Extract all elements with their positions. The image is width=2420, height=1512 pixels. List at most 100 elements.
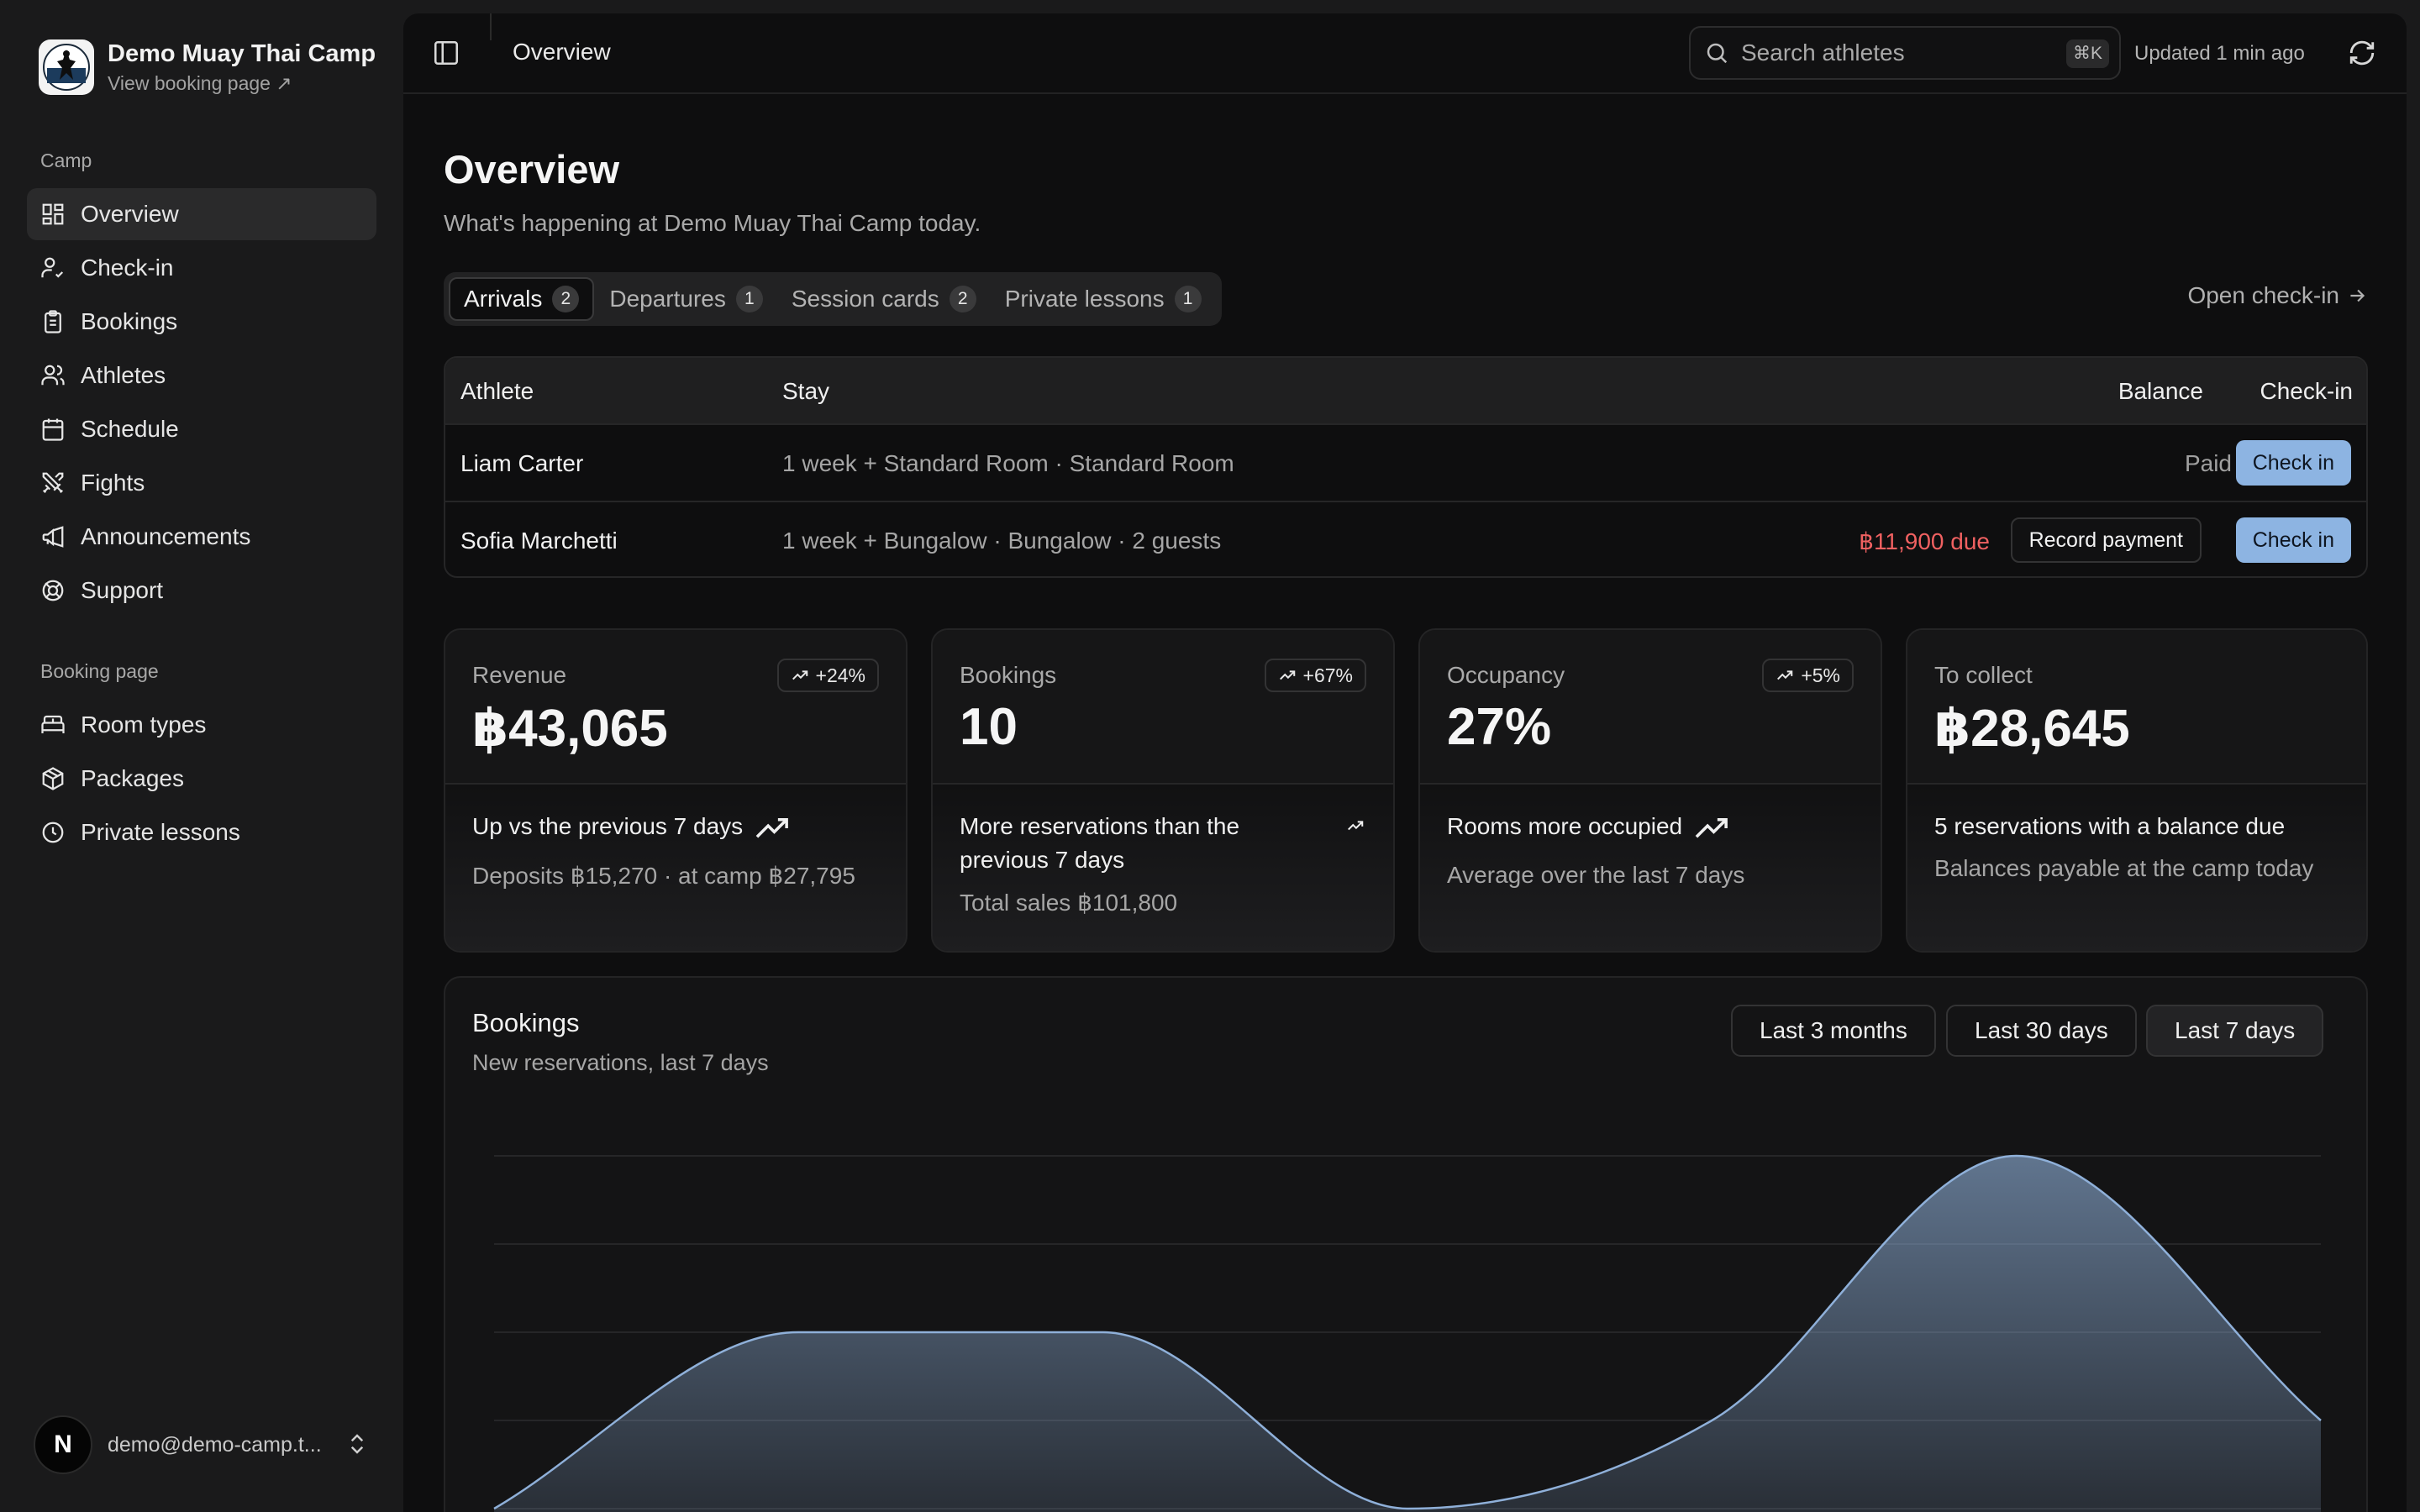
- sidebar-item-label: Room types: [81, 711, 207, 738]
- user-email: demo@demo-camp.t...: [108, 1432, 322, 1457]
- trending-up-icon: [792, 670, 808, 680]
- tab-count: 1: [1174, 286, 1202, 312]
- card-headline: 5 reservations with a balance due: [1934, 813, 2286, 839]
- sidebar-item-private-lessons[interactable]: Private lessons: [27, 806, 376, 858]
- group-label-booking-page: Booking page: [40, 660, 159, 682]
- sidebar-item-announcements[interactable]: Announcements: [27, 511, 376, 563]
- tab-count: 1: [735, 286, 763, 312]
- balance-due: ฿11,900 due: [1859, 528, 1990, 554]
- sidebar-item-bookings[interactable]: Bookings: [27, 296, 376, 348]
- header-balance: Balance: [2118, 378, 2203, 404]
- clipboard-icon: [45, 310, 61, 333]
- search-shortcut: ⌘K: [2065, 39, 2109, 68]
- check-in-button[interactable]: Check in: [2235, 440, 2351, 486]
- grid-icon: [42, 203, 64, 225]
- sidebar-item-packages[interactable]: Packages: [27, 753, 376, 805]
- brand[interactable]: Demo Muay Thai Camp View booking page ↗: [39, 39, 376, 96]
- card-label: Revenue: [472, 662, 567, 688]
- trend-value: +24%: [815, 664, 865, 686]
- sidebar-item-check-in[interactable]: Check-in: [27, 242, 376, 294]
- record-payment-button[interactable]: Record payment: [2010, 517, 2202, 563]
- athlete-name[interactable]: Sofia Marchetti: [460, 528, 618, 554]
- sidebar-item-overview[interactable]: Overview: [27, 188, 376, 240]
- bookings-card: Bookings 10 +67% More reservations than …: [931, 628, 1395, 953]
- tab-session-cards[interactable]: Session cards 2: [778, 277, 990, 321]
- sidebar-item-label: Packages: [81, 765, 184, 791]
- megaphone-icon: [42, 526, 64, 548]
- tab-private-lessons[interactable]: Private lessons 1: [992, 277, 1215, 321]
- card-detail: Deposits ฿15,270 · at camp ฿27,795: [472, 863, 855, 889]
- range-last-7-days-button[interactable]: Last 7 days: [2146, 1005, 2324, 1057]
- users-icon: [41, 365, 65, 386]
- arrivals-table: Athlete Stay Balance Check-in Liam Carte…: [444, 356, 2368, 578]
- card-headline: Up vs the previous 7 days: [472, 810, 825, 843]
- tab-count: 2: [949, 286, 976, 312]
- sidebar-item-athletes[interactable]: Athletes: [27, 349, 376, 402]
- clock-icon: [42, 822, 64, 843]
- view-booking-page-link[interactable]: View booking page ↗: [108, 71, 376, 96]
- tab-label: Session cards: [791, 286, 939, 312]
- stat-cards: Revenue ฿43,065 +24% Up vs the previous …: [444, 628, 2368, 953]
- topbar: Overview ⌘K Updated 1 min ago: [403, 13, 2407, 94]
- search-icon: [1707, 43, 1728, 64]
- refresh-icon[interactable]: [2348, 39, 2376, 67]
- sidebar-item-fights[interactable]: Fights: [27, 457, 376, 509]
- trending-up-icon: [1777, 670, 1793, 680]
- card-value: ฿28,645: [1934, 700, 2130, 758]
- bookings-chart-card: Bookings New reservations, last 7 days L…: [444, 976, 2368, 1512]
- tab-count: 2: [552, 286, 580, 312]
- card-label: Bookings: [960, 662, 1057, 688]
- balance-paid: Paid: [2184, 450, 2232, 476]
- trend-value: +5%: [1801, 664, 1840, 686]
- area-fill: [494, 1156, 2321, 1512]
- chevrons-up-down-icon: [350, 1434, 364, 1454]
- sidebar-item-support[interactable]: Support: [27, 564, 376, 617]
- to-collect-card: To collect ฿28,645 5 reservations with a…: [1906, 628, 2368, 953]
- open-check-in-link[interactable]: Open check-in: [2187, 282, 2368, 309]
- revenue-card: Revenue ฿43,065 +24% Up vs the previous …: [444, 628, 908, 953]
- sidebar-item-schedule[interactable]: Schedule: [27, 403, 376, 455]
- tab-label: Private lessons: [1004, 286, 1165, 312]
- trend-value: +67%: [1302, 664, 1353, 686]
- sidebar-item-label: Check-in: [81, 255, 174, 281]
- lifebuoy-icon: [42, 580, 64, 601]
- card-detail: Average over the last 7 days: [1447, 862, 1745, 888]
- bed-icon: [41, 715, 65, 733]
- headline-text: Rooms more occupied: [1447, 813, 1683, 839]
- card-detail: Balances payable at the camp today: [1934, 855, 2314, 881]
- camp-name: Demo Muay Thai Camp: [108, 40, 376, 67]
- sidebar-item-label: Fights: [81, 470, 145, 496]
- chart-area-series: [493, 1154, 2322, 1512]
- search-box[interactable]: ⌘K: [1689, 26, 2121, 80]
- sidebar-item-label: Announcements: [81, 523, 251, 549]
- avatar: N: [34, 1415, 92, 1474]
- athlete-name[interactable]: Liam Carter: [460, 450, 583, 477]
- check-in-button[interactable]: Check in: [2235, 517, 2351, 563]
- sidebar-item-room-types[interactable]: Room types: [27, 699, 376, 751]
- camp-nav: Overview Check-in Bookings Athletes Sche…: [27, 188, 376, 618]
- open-check-in-label: Open check-in: [2187, 282, 2339, 308]
- breadcrumb[interactable]: Overview: [513, 39, 611, 66]
- camp-logo-icon: [39, 39, 94, 95]
- occupancy-card: Occupancy 27% +5% Rooms more occupied Av…: [1418, 628, 1882, 953]
- range-last-30-days-button[interactable]: Last 30 days: [1946, 1005, 2137, 1057]
- range-last-3-months-button[interactable]: Last 3 months: [1731, 1005, 1936, 1057]
- tab-departures[interactable]: Departures 1: [596, 277, 776, 321]
- card-headline: More reservations than the previous 7 da…: [960, 813, 1240, 873]
- table-header: Athlete Stay Balance Check-in: [445, 358, 2366, 425]
- arrivals-tabs: Arrivals 2 Departures 1 Session cards 2 …: [444, 272, 1222, 326]
- package-icon: [42, 767, 64, 790]
- sidebar-item-label: Bookings: [81, 308, 178, 334]
- headline-text: Up vs the previous 7 days: [472, 813, 744, 839]
- tab-arrivals[interactable]: Arrivals 2: [449, 277, 595, 321]
- trending-up-icon: [1695, 817, 1728, 838]
- trend-badge: +24%: [776, 659, 879, 692]
- sidebar-toggle-icon[interactable]: [432, 39, 460, 67]
- chart-title: Bookings: [472, 1008, 580, 1037]
- trend-badge: +5%: [1762, 659, 1854, 692]
- search-input[interactable]: [1741, 39, 2044, 66]
- user-check-icon: [41, 257, 64, 278]
- main-panel: Overview ⌘K Updated 1 min ago Overview W…: [403, 13, 2407, 1512]
- user-menu[interactable]: N demo@demo-camp.t...: [34, 1415, 370, 1474]
- tab-label: Arrivals: [464, 286, 543, 312]
